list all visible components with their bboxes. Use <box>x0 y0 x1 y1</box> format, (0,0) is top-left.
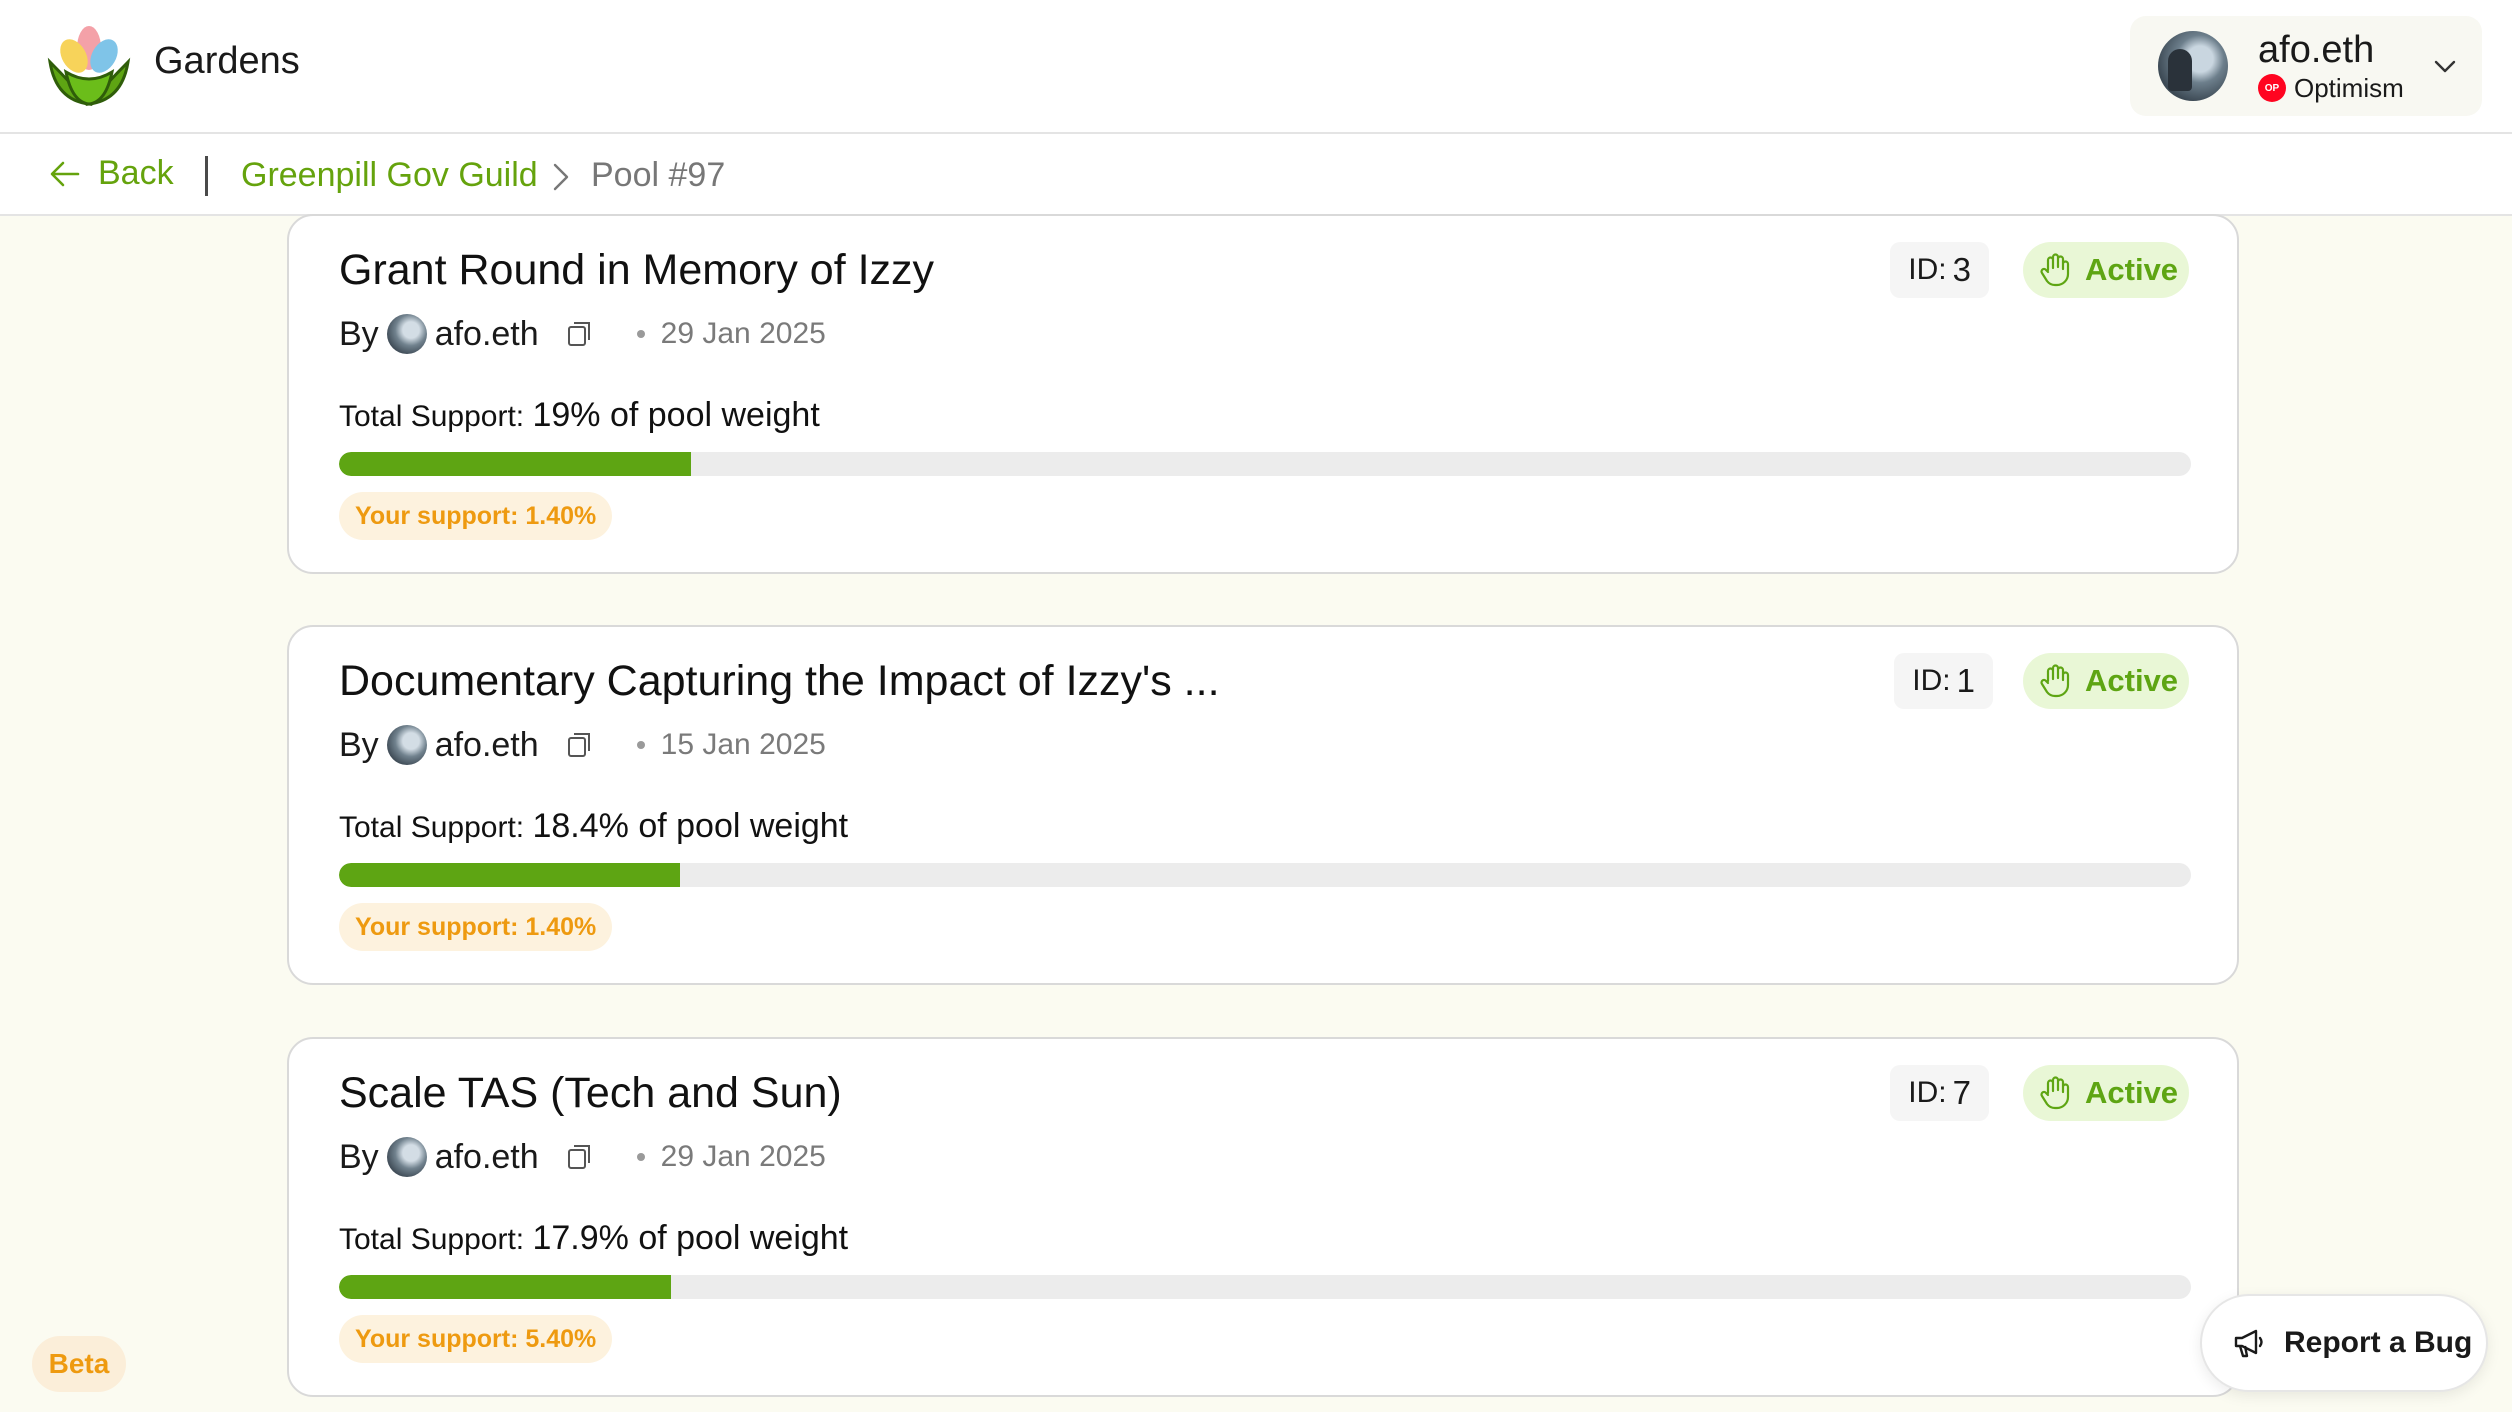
total-support: Total Support: 19% of pool weight <box>339 396 820 435</box>
status-badge: Active <box>2023 242 2189 298</box>
proposal-card[interactable]: Grant Round in Memory of Izzy By afo.eth… <box>287 214 2239 574</box>
your-support-badge: Your support: 1.40% <box>339 903 613 951</box>
support-progress-bar <box>339 863 2191 887</box>
id-value: 3 <box>1952 251 1971 288</box>
proposal-card[interactable]: Scale TAS (Tech and Sun) By afo.eth 29 J… <box>287 1037 2239 1397</box>
copy-icon[interactable] <box>565 1143 593 1171</box>
support-progress-fill <box>339 452 691 476</box>
proposal-date: 29 Jan 2025 <box>660 1140 826 1173</box>
proposal-title[interactable]: Documentary Capturing the Impact of Izzy… <box>339 657 1220 706</box>
status-badge: Active <box>2023 1065 2189 1121</box>
separator-dot <box>636 330 645 338</box>
total-support-label: Total Support: <box>339 1223 525 1256</box>
id-label: ID: <box>1912 664 1951 697</box>
id-value: 1 <box>1956 662 1975 699</box>
proposal-title[interactable]: Scale TAS (Tech and Sun) <box>339 1069 842 1118</box>
author-avatar <box>386 1137 427 1177</box>
arrow-left-icon <box>50 161 80 186</box>
breadcrumb-current-pool: Pool #97 <box>591 156 726 194</box>
status-label: Active <box>2085 1075 2179 1110</box>
status-label: Active <box>2085 252 2179 287</box>
chevron-down-icon[interactable] <box>2434 60 2456 74</box>
id-value: 7 <box>1952 1074 1971 1111</box>
separator-dot <box>636 1153 645 1161</box>
copy-icon[interactable] <box>565 731 593 759</box>
proposal-id-badge: ID: 3 <box>1890 242 1989 298</box>
author-avatar <box>386 314 427 354</box>
proposal-date: 15 Jan 2025 <box>660 728 826 761</box>
author-avatar <box>386 725 427 765</box>
total-support-label: Total Support: <box>339 811 525 844</box>
separator-dot <box>636 741 645 749</box>
breadcrumb-guild-link[interactable]: Greenpill Gov Guild <box>241 156 538 195</box>
avatar <box>2158 31 2228 101</box>
id-label: ID: <box>1908 253 1947 286</box>
hand-icon <box>2040 1076 2070 1110</box>
by-label: By <box>339 1137 379 1176</box>
support-progress-fill <box>339 1275 671 1299</box>
total-support-value: 18.4% of pool weight <box>532 807 849 845</box>
gardens-logo-icon[interactable] <box>46 22 132 106</box>
total-support-label: Total Support: <box>339 400 525 433</box>
author-name[interactable]: afo.eth <box>435 726 539 765</box>
proposal-id-badge: ID: 1 <box>1894 653 1993 709</box>
by-label: By <box>339 314 379 353</box>
by-label: By <box>339 725 379 764</box>
hand-icon <box>2040 664 2070 698</box>
hand-icon <box>2040 253 2070 287</box>
report-bug-button[interactable]: Report a Bug <box>2200 1294 2488 1392</box>
back-button[interactable]: Back <box>50 154 174 193</box>
proposal-author-row: By afo.eth 15 Jan 2025 <box>339 723 826 767</box>
megaphone-icon <box>2234 1329 2263 1358</box>
status-label: Active <box>2085 663 2179 698</box>
proposal-title[interactable]: Grant Round in Memory of Izzy <box>339 246 934 295</box>
beta-badge: Beta <box>32 1336 126 1392</box>
total-support: Total Support: 17.9% of pool weight <box>339 1219 848 1258</box>
optimism-network-icon: OP <box>2258 74 2286 102</box>
top-header: Gardens afo.eth OP Optimism <box>0 0 2512 134</box>
breadcrumb-divider <box>205 156 208 196</box>
back-label: Back <box>98 154 174 192</box>
your-support-badge: Your support: 1.40% <box>339 492 613 540</box>
proposal-author-row: By afo.eth 29 Jan 2025 <box>339 1135 826 1179</box>
proposal-card[interactable]: Documentary Capturing the Impact of Izzy… <box>287 625 2239 985</box>
total-support-value: 17.9% of pool weight <box>532 1219 849 1257</box>
app-title: Gardens <box>154 40 300 82</box>
your-support-badge: Your support: 5.40% <box>339 1315 613 1363</box>
chevron-right-icon <box>553 163 569 191</box>
total-support-value: 19% of pool weight <box>532 396 820 434</box>
proposal-date: 29 Jan 2025 <box>660 317 826 350</box>
support-progress-bar <box>339 452 2191 476</box>
id-label: ID: <box>1908 1076 1947 1109</box>
author-name[interactable]: afo.eth <box>435 1138 539 1177</box>
total-support: Total Support: 18.4% of pool weight <box>339 807 848 846</box>
account-name: afo.eth <box>2258 28 2375 71</box>
support-progress-fill <box>339 863 680 887</box>
author-name[interactable]: afo.eth <box>435 315 539 354</box>
network-label: Optimism <box>2294 72 2404 103</box>
breadcrumb: Back Greenpill Gov Guild Pool #97 <box>0 134 2512 216</box>
report-bug-label: Report a Bug <box>2284 1326 2473 1359</box>
support-progress-bar <box>339 1275 2191 1299</box>
proposal-author-row: By afo.eth 29 Jan 2025 <box>339 312 826 356</box>
account-menu[interactable]: afo.eth OP Optimism <box>2130 16 2482 116</box>
proposal-id-badge: ID: 7 <box>1890 1065 1989 1121</box>
status-badge: Active <box>2023 653 2189 709</box>
copy-icon[interactable] <box>565 320 593 348</box>
